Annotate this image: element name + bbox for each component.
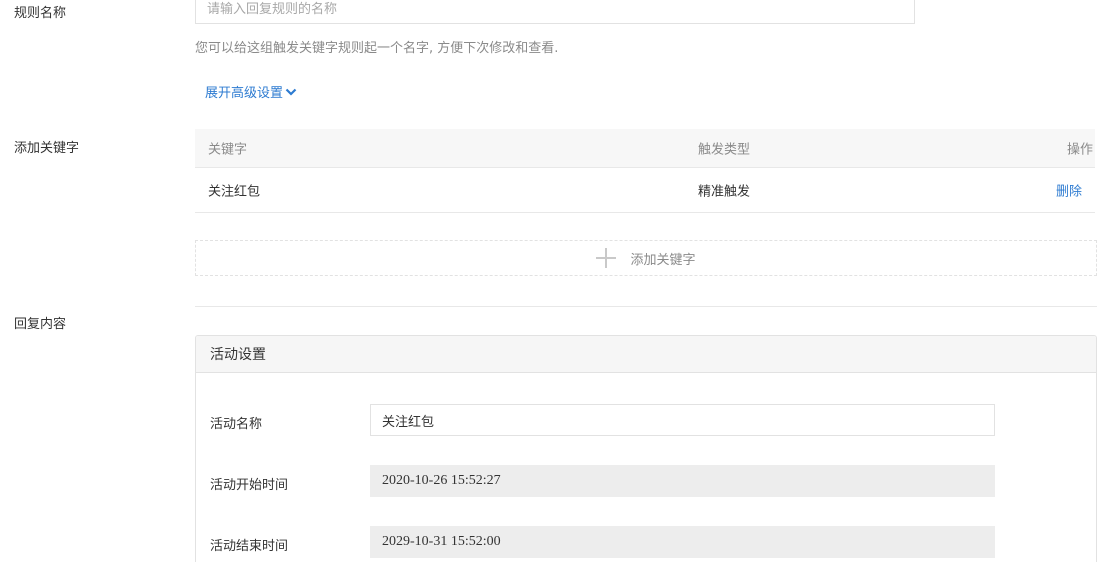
keyword-cell: 关注红包 [208, 184, 261, 200]
rule-name-hint: 您可以给这组触发关键字规则起一个名字, 方便下次修改和查看. [195, 41, 559, 56]
activity-end-label: 活动结束时间 [210, 539, 289, 554]
column-keyword: 关键字 [208, 142, 248, 158]
activity-end-field[interactable]: 2029-10-31 15:52:00 [370, 526, 995, 558]
rule-name-input[interactable] [195, 0, 915, 24]
rule-name-label: 规则名称 [14, 6, 67, 21]
keywords-table: 关键字 触发类型 操作 关注红包 精准触发 删除 [195, 129, 1095, 213]
delete-keyword-link[interactable]: 删除 [1056, 181, 1082, 200]
add-keyword-label: 添加关键字 [630, 252, 696, 268]
plus-icon [596, 248, 617, 268]
activity-start-label: 活动开始时间 [210, 478, 289, 493]
expand-advanced-settings-link[interactable]: 展开高级设置 [205, 82, 297, 101]
activity-settings-title: 活动设置 [196, 336, 1096, 373]
column-action: 操作 [1066, 142, 1093, 158]
activity-start-field[interactable]: 2020-10-26 15:52:27 [370, 465, 995, 497]
keywords-label: 添加关键字 [14, 141, 80, 156]
trigger-type-cell: 精准触发 [698, 184, 751, 200]
chevron-down-icon [285, 88, 297, 96]
activity-name-field[interactable]: 关注红包 [370, 404, 995, 436]
add-keyword-button[interactable]: 添加关键字 [195, 240, 1097, 276]
column-trigger-type: 触发类型 [698, 142, 751, 158]
activity-name-label: 活动名称 [210, 417, 263, 432]
reply-content-label: 回复内容 [14, 317, 67, 332]
auto-reply-rule-form: 规则名称 您可以给这组触发关键字规则起一个名字, 方便下次修改和查看. 展开高级… [0, 0, 1099, 562]
expand-advanced-label: 展开高级设置 [205, 86, 284, 101]
section-divider [195, 306, 1097, 307]
table-row: 关注红包 精准触发 删除 [195, 168, 1095, 213]
keywords-table-header: 关键字 触发类型 操作 [195, 129, 1095, 168]
activity-settings-panel: 活动设置 活动名称 关注红包 活动开始时间 2020-10-26 15:52:2… [195, 335, 1097, 562]
